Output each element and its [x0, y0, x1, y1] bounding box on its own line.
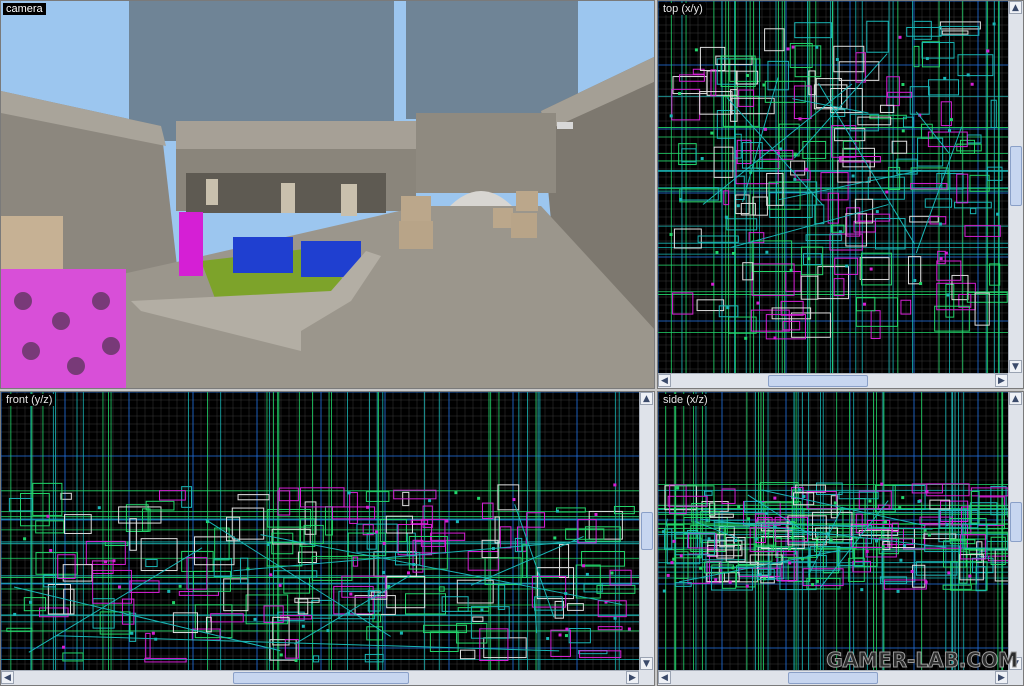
tower-left: [129, 1, 394, 141]
scroll-right-button[interactable]: ▶: [995, 374, 1008, 387]
scroll-up-button[interactable]: ▲: [1009, 1, 1022, 14]
front-viewport[interactable]: front (y/z) ▲ ▼ ◀ ▶: [0, 391, 655, 686]
camera-3d-scene[interactable]: [1, 1, 655, 389]
front-vertical-scrollbar[interactable]: ▲ ▼: [639, 392, 654, 670]
scroll-right-button[interactable]: ▶: [626, 671, 639, 684]
scroll-up-button[interactable]: ▲: [1009, 392, 1022, 405]
scroll-down-button[interactable]: ▼: [640, 657, 653, 670]
scroll-left-button[interactable]: ◀: [1, 671, 14, 684]
scroll-up-button[interactable]: ▲: [640, 392, 653, 405]
scroll-thumb[interactable]: [788, 672, 878, 684]
scrollbar-corner: [1008, 670, 1023, 685]
scroll-thumb[interactable]: [1010, 146, 1022, 206]
top-viewport[interactable]: top (x/y) ▲ ▼ ◀ ▶: [657, 0, 1024, 389]
top-wireframe[interactable]: [658, 1, 1024, 389]
scroll-thumb[interactable]: [768, 375, 868, 387]
top-horizontal-scrollbar[interactable]: ◀ ▶: [658, 373, 1023, 388]
camera-viewport-label: camera: [3, 3, 46, 15]
side-viewport[interactable]: side (x/z) ▲ ▼ ◀ ▶: [657, 391, 1024, 686]
scroll-right-button[interactable]: ▶: [995, 671, 1008, 684]
side-viewport-label: side (x/z): [660, 394, 711, 406]
scroll-thumb[interactable]: [641, 512, 653, 550]
camera-viewport[interactable]: camera: [0, 0, 655, 389]
front-viewport-label: front (y/z): [3, 394, 56, 406]
side-horizontal-scrollbar[interactable]: ◀ ▶: [658, 670, 1023, 685]
watermark-logo: GAMER-LAB.COM: [826, 648, 1019, 673]
front-wireframe[interactable]: [1, 392, 655, 686]
scrollbar-corner: [639, 670, 654, 685]
scroll-down-button[interactable]: ▼: [1009, 360, 1022, 373]
scroll-left-button[interactable]: ◀: [658, 671, 671, 684]
tower-right: [406, 1, 578, 119]
top-viewport-label: top (x/y): [660, 3, 706, 15]
side-vertical-scrollbar[interactable]: ▲ ▼: [1008, 392, 1023, 670]
scrollbar-corner: [1008, 373, 1023, 388]
scroll-thumb[interactable]: [233, 672, 409, 684]
front-horizontal-scrollbar[interactable]: ◀ ▶: [1, 670, 654, 685]
top-vertical-scrollbar[interactable]: ▲ ▼: [1008, 1, 1023, 373]
scroll-thumb[interactable]: [1010, 502, 1022, 542]
magenta-brush: [179, 212, 203, 276]
scroll-left-button[interactable]: ◀: [658, 374, 671, 387]
side-wireframe[interactable]: [658, 392, 1024, 686]
